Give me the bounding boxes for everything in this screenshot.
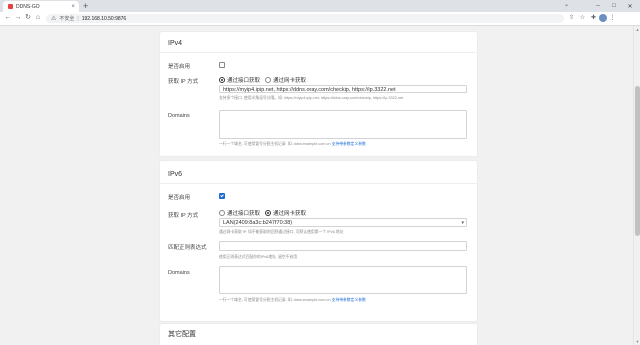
ipv6-enable-label: 是否启用 — [168, 195, 191, 201]
ipv4-method-label: 获取 IP 方式 — [168, 79, 199, 85]
page-viewport: IPv4 是否启用 获取 IP 方式 通过接口获取 通过网卡获取 https:/… — [0, 26, 633, 345]
chevron-down-icon: ▾ — [461, 220, 464, 226]
ipv6-enable-checkbox[interactable] — [219, 193, 225, 199]
menu-icon[interactable]: ⋮ — [607, 13, 618, 24]
avatar[interactable] — [599, 14, 607, 22]
favicon-icon — [8, 4, 13, 9]
scroll-up-icon[interactable]: ▲ — [635, 27, 640, 32]
ipv6-divider — [160, 183, 477, 184]
ipv6-method-api[interactable]: 通过接口获取 — [219, 209, 260, 217]
warning-icon[interactable]: ⚠ — [51, 15, 56, 22]
ipv4-method-nic[interactable]: 通过网卡获取 — [265, 76, 306, 84]
radio-nic-label: 通过网卡获取 — [273, 211, 307, 217]
ipv4-card: IPv4 是否启用 获取 IP 方式 通过接口获取 通过网卡获取 https:/… — [160, 32, 477, 156]
ipv4-url-help: 支持多个接口, 使用半角逗号分隔。如: https://myip4.ipip.n… — [219, 96, 404, 100]
minimize-icon[interactable]: – — [590, 0, 606, 12]
ipv6-title: IPv6 — [168, 171, 183, 178]
maximize-icon[interactable]: □ — [606, 0, 622, 12]
radio-nic-label: 通过网卡获取 — [273, 78, 307, 84]
home-icon[interactable]: ⌂ — [33, 13, 43, 23]
ipv4-domains-help-link[interactable]: 支持带参数定义参数 — [332, 142, 366, 146]
ipv4-method-group: 通过接口获取 通过网卡获取 — [219, 76, 311, 84]
other-config-card: 其它配置 — [160, 324, 477, 345]
share-icon[interactable]: ⇧ — [566, 13, 577, 24]
address-bar[interactable]: ⚠ 不安全 | 192.168.10.50:9876 — [46, 14, 564, 23]
other-config-title: 其它配置 — [168, 331, 196, 338]
ipv6-nic-select[interactable]: LAN(2409:8a3c:b247f70:38) ▾ — [219, 218, 467, 227]
ipv6-domains-help-link[interactable]: 支持带参数定义参数 — [332, 298, 366, 302]
ipv6-domains-help: 一行一个域名, 可使用冒号分割主机记录. 如: ddns:example.com… — [219, 298, 366, 303]
ipv4-enable-label: 是否启用 — [168, 64, 191, 70]
ipv4-domains-help-text: 一行一个域名, 可使用冒号分割主机记录. 如: ddns:example.com… — [219, 142, 331, 146]
ipv6-domains-textarea[interactable] — [219, 266, 467, 294]
address-url[interactable]: 192.168.10.50:9876 — [82, 16, 127, 22]
ipv6-method-label: 获取 IP 方式 — [168, 213, 199, 219]
browser-tab[interactable]: DDNS-GO × — [3, 1, 79, 12]
reload-icon[interactable]: ↻ — [23, 13, 33, 23]
vertical-scrollbar[interactable]: ▲ ▼ — [633, 26, 640, 345]
ipv4-domains-textarea[interactable] — [219, 110, 467, 139]
ipv6-select-help: 通过网卡获取 IP, 如不能获取则回到通过接口, 可默认使用第一个 IPv6 地… — [219, 230, 344, 234]
ipv6-domains-label: Domains — [168, 270, 190, 276]
radio-nic[interactable] — [265, 210, 272, 216]
ipv6-method-nic[interactable]: 通过网卡获取 — [265, 209, 306, 217]
insecure-label: 不安全 — [59, 16, 75, 22]
tab-title: DDNS-GO — [16, 3, 40, 10]
address-separator: | — [77, 15, 79, 22]
bookmark-star-icon[interactable]: ☆ — [577, 13, 588, 24]
tab-close-icon[interactable]: × — [71, 4, 75, 10]
window-controls: – □ ✕ — [590, 0, 638, 12]
ipv4-url-input[interactable]: https://myip4.ipip.net, https://ddns.ora… — [219, 85, 467, 93]
ipv6-domains-help-text: 一行一个域名, 可使用冒号分割主机记录. 如: ddns:example.com… — [219, 298, 331, 302]
ipv4-domains-label: Domains — [168, 113, 190, 119]
extensions-icon[interactable]: ✚ — [588, 13, 599, 24]
radio-api[interactable] — [219, 77, 225, 83]
browser-toolbar: ← → ↻ ⌂ ⚠ 不安全 | 192.168.10.50:9876 ⇧ ☆ ✚… — [0, 12, 640, 26]
ipv6-method-group: 通过接口获取 通过网卡获取 — [219, 209, 311, 217]
forward-icon[interactable]: → — [13, 13, 23, 23]
ipv6-regex-input[interactable] — [219, 241, 467, 251]
scroll-down-icon[interactable]: ▼ — [635, 339, 640, 344]
ipv4-domains-help: 一行一个域名, 可使用冒号分割主机记录. 如: ddns:example.com… — [219, 142, 366, 147]
ipv6-regex-label: 匹配正则表达式 — [168, 245, 207, 251]
radio-api-label: 通过接口获取 — [227, 211, 261, 217]
ipv6-nic-select-value: LAN(2409:8a3c:b247f70:38) — [223, 220, 293, 226]
ipv6-regex-help: 使用正则表达式匹配你的IPv6地址, 留空不启用 — [219, 255, 298, 259]
radio-api-label: 通过接口获取 — [227, 78, 261, 84]
close-window-icon[interactable]: ✕ — [622, 0, 638, 12]
ipv6-card: IPv6 是否启用 获取 IP 方式 通过接口获取 通过网卡获取 LAN(240… — [160, 161, 477, 321]
tab-search-icon[interactable]: ⌄ — [564, 1, 569, 8]
scrollbar-thumb[interactable] — [635, 86, 640, 236]
toolbar-actions: ⇧ ☆ ✚ ⋮ — [566, 13, 618, 24]
radio-api[interactable] — [219, 210, 225, 216]
ipv4-divider — [160, 52, 477, 53]
ipv4-title: IPv4 — [168, 40, 183, 47]
back-icon[interactable]: ← — [3, 13, 13, 23]
radio-nic[interactable] — [265, 77, 272, 83]
ipv4-enable-checkbox[interactable] — [219, 62, 225, 68]
tab-strip: DDNS-GO × + ⌄ – □ ✕ — [0, 0, 640, 12]
new-tab-button[interactable]: + — [83, 1, 88, 11]
ipv4-method-api[interactable]: 通过接口获取 — [219, 76, 260, 84]
